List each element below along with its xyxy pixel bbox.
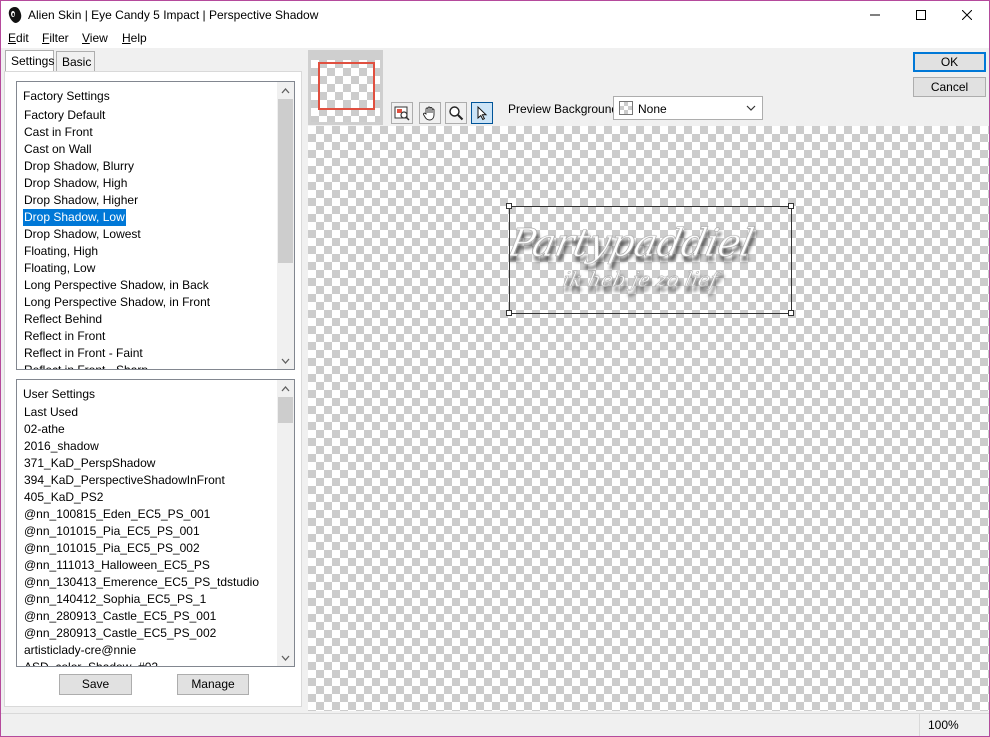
scroll-up-arrow[interactable] [277, 380, 294, 397]
navigate-preview-icon [394, 106, 410, 121]
navigator-view-rect[interactable] [318, 62, 375, 110]
factory-settings-header: Factory Settings [23, 89, 110, 103]
status-bar: 100% [1, 713, 989, 736]
list-item[interactable]: 394_KaD_PerspectiveShadowInFront [23, 472, 226, 489]
list-item[interactable]: Drop Shadow, Higher [23, 192, 139, 209]
list-item[interactable]: Drop Shadow, Blurry [23, 158, 135, 175]
window-title: Alien Skin | Eye Candy 5 Impact | Perspe… [28, 8, 319, 22]
list-item[interactable]: Reflect Behind [23, 311, 103, 328]
resize-handle-top-left[interactable] [506, 203, 512, 209]
tab-settings[interactable]: Settings [5, 50, 54, 71]
scroll-down-arrow[interactable] [277, 649, 294, 666]
maximize-icon [916, 10, 926, 20]
ok-button[interactable]: OK [913, 52, 986, 72]
chevron-down-icon [746, 105, 756, 111]
list-item[interactable]: @nn_130413_Emerence_EC5_PS_tdstudio [23, 574, 260, 591]
list-item[interactable]: @nn_100815_Eden_EC5_PS_001 [23, 506, 211, 523]
list-item[interactable]: @nn_280913_Castle_EC5_PS_001 [23, 608, 217, 625]
close-button[interactable] [944, 1, 989, 29]
menu-help[interactable]: Help [122, 31, 147, 45]
user-settings-list[interactable]: User Settings Last Used 02-athe 2016_shado… [16, 379, 295, 667]
resize-handle-top-right[interactable] [788, 203, 794, 209]
factory-settings-list[interactable]: Factory Settings Factory Default Cast in … [16, 81, 295, 370]
menu-filter[interactable]: Filter [42, 31, 69, 45]
tab-basic[interactable]: Basic [56, 51, 95, 71]
list-item[interactable]: Long Perspective Shadow, in Back [23, 277, 210, 294]
factory-list-scrollbar[interactable] [277, 82, 294, 369]
preview-background-value: None [638, 102, 667, 116]
list-item[interactable]: 02-athe [23, 421, 66, 438]
resize-handle-bottom-right[interactable] [788, 310, 794, 316]
menu-edit[interactable]: Edit [8, 31, 29, 45]
hand-pan-icon [423, 106, 435, 121]
background-swatch-icon [619, 101, 633, 115]
zoom-tool-button[interactable] [445, 102, 467, 124]
maximize-button[interactable] [898, 1, 944, 29]
title-bar: Alien Skin | Eye Candy 5 Impact | Perspe… [1, 1, 989, 29]
preview-background-select[interactable]: None [613, 96, 763, 120]
app-window: Alien Skin | Eye Candy 5 Impact | Perspe… [0, 0, 990, 737]
list-item[interactable]: Drop Shadow, Lowest [23, 226, 142, 243]
menu-bar: Edit Filter View Help [1, 29, 989, 48]
scroll-down-arrow[interactable] [277, 352, 294, 369]
list-item[interactable]: Last Used [23, 404, 79, 421]
list-item[interactable]: @nn_101015_Pia_EC5_PS_001 [23, 523, 201, 540]
chevron-down-icon [281, 655, 290, 661]
pointer-tool-button[interactable] [471, 102, 493, 124]
list-item[interactable]: Factory Default [23, 107, 106, 124]
list-item[interactable]: Cast on Wall [23, 141, 93, 158]
list-item[interactable]: Reflect in Front [23, 328, 106, 345]
list-item[interactable]: @nn_140412_Sophia_EC5_PS_1 [23, 591, 207, 608]
minimize-button[interactable] [852, 1, 898, 29]
pointer-arrow-icon [477, 105, 488, 121]
zoom-magnifier-icon [449, 106, 464, 121]
manage-button[interactable]: Manage [177, 674, 249, 695]
list-item[interactable]: Floating, High [23, 243, 99, 260]
pan-tool-button[interactable] [419, 102, 441, 124]
chevron-up-icon [281, 87, 290, 93]
selection-bounding-box[interactable] [509, 206, 792, 314]
chevron-down-icon [281, 358, 290, 364]
list-item[interactable]: 405_KaD_PS2 [23, 489, 104, 506]
scroll-thumb[interactable] [278, 397, 293, 423]
minimize-icon [870, 14, 880, 16]
list-item[interactable]: Floating, Low [23, 260, 96, 277]
list-item[interactable]: @nn_280913_Castle_EC5_PS_002 [23, 625, 217, 642]
list-item[interactable]: @nn_101015_Pia_EC5_PS_002 [23, 540, 201, 557]
navigator-thumbnail[interactable] [308, 50, 383, 125]
save-button[interactable]: Save [59, 674, 132, 695]
alien-skin-logo-icon [8, 7, 22, 23]
zoom-level: 100% [919, 714, 989, 736]
list-item[interactable]: artisticlady-cre@nnie [23, 642, 137, 659]
list-item[interactable]: Reflect in Front - Faint [23, 345, 144, 362]
list-item[interactable]: Long Perspective Shadow, in Front [23, 294, 211, 311]
list-item[interactable]: Drop Shadow, High [23, 175, 128, 192]
list-item[interactable]: @nn_111013_Halloween_EC5_PS [23, 557, 211, 574]
settings-panel: Factory Settings Factory Default Cast in … [4, 71, 302, 707]
list-item[interactable]: ASD_color_Shadow_#02 [23, 659, 159, 666]
scroll-up-arrow[interactable] [277, 82, 294, 99]
resize-handle-bottom-left[interactable] [506, 310, 512, 316]
preview-background-label: Preview Background: [508, 102, 622, 116]
scroll-thumb[interactable] [278, 99, 293, 263]
list-item[interactable]: 2016_shadow [23, 438, 100, 455]
user-settings-header: User Settings [23, 387, 96, 401]
menu-view[interactable]: View [82, 31, 108, 45]
cancel-button[interactable]: Cancel [913, 77, 986, 97]
list-item[interactable]: Reflect in Front - Sharp [23, 362, 149, 369]
list-item[interactable]: 371_KaD_PerspShadow [23, 455, 156, 472]
close-icon [962, 10, 972, 20]
chevron-up-icon [281, 385, 290, 391]
navigator-preview [311, 60, 380, 122]
list-item[interactable]: Cast in Front [23, 124, 94, 141]
list-item[interactable]: Drop Shadow, Low [23, 209, 126, 226]
navigate-tool-button[interactable] [391, 102, 413, 124]
user-list-scrollbar[interactable] [277, 380, 294, 666]
